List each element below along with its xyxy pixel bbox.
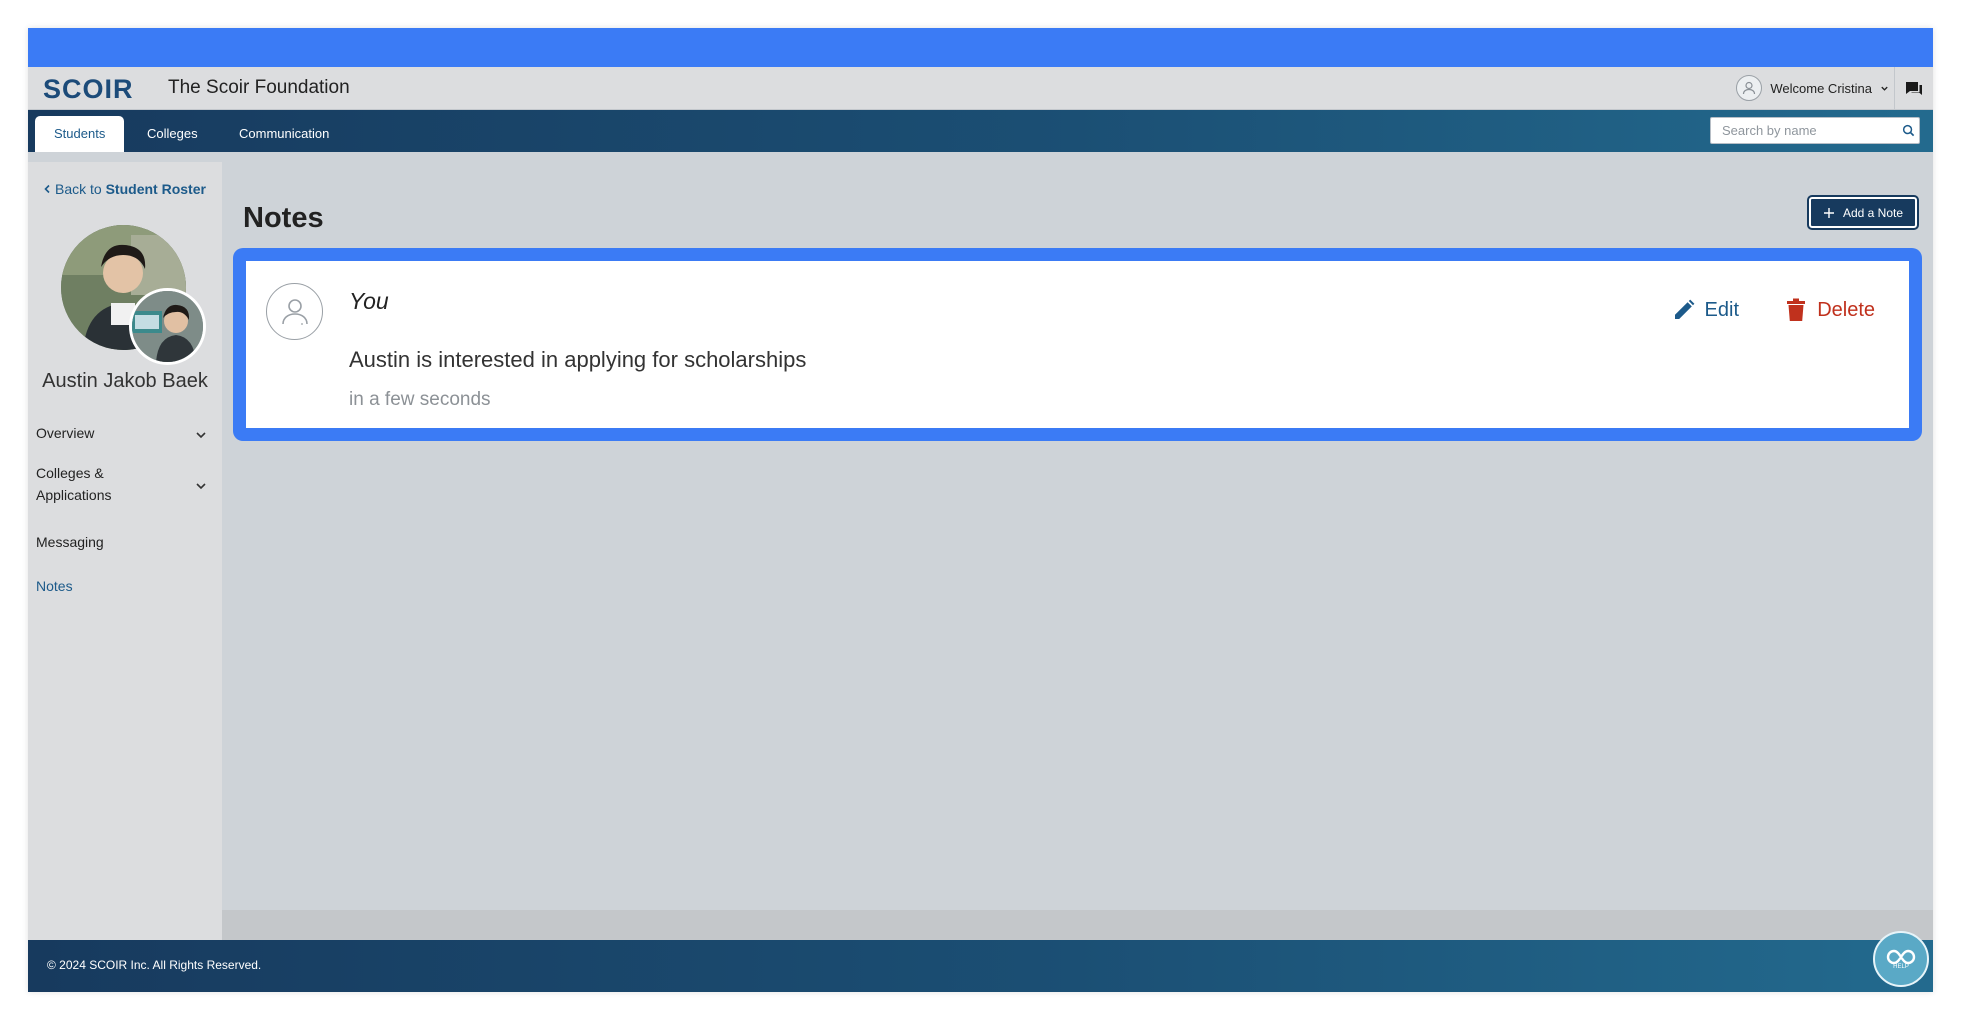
sidebar-item-label: Overview [36,425,95,441]
add-note-button[interactable]: Add a Note [1806,195,1920,230]
sidebar-item-notes[interactable]: Notes [36,575,212,597]
app-window: SCOIR The Scoir Foundation Welcome Crist… [28,28,1933,992]
page-title: Notes [243,202,324,234]
sidebar-item-label-line2: Applications [36,487,112,503]
note-author: You [349,288,389,314]
scroll-area-bottom [222,910,1933,940]
tab-students[interactable]: Students [35,116,125,152]
note-text: Austin is interested in applying for sch… [349,347,807,372]
sidebar-item-messaging[interactable]: Messaging [36,531,212,553]
student-name: Austin Jakob Baek [42,370,208,392]
tab-colleges[interactable]: Colleges [128,116,217,152]
sidebar-item-overview[interactable]: Overview [36,422,212,444]
header-divider [1894,67,1895,110]
tab-communication[interactable]: Communication [220,116,348,152]
edit-note-button[interactable]: Edit [1672,298,1739,322]
note-timestamp: in a few seconds [349,389,491,410]
user-avatar-icon [1736,75,1763,101]
delete-label: Delete [1817,298,1875,321]
chevron-left-icon [44,184,50,194]
copyright-text: © 2024 SCOIR Inc. All Rights Reserved. [47,958,262,972]
student-sidebar: Back to Student Roster Austin Jakob Baek… [28,162,222,940]
sidebar-item-label: Colleges & [36,465,104,481]
add-note-label: Add a Note [1842,205,1903,220]
browser-top-bar [28,28,1933,67]
student-search [1710,117,1920,144]
search-icon[interactable] [1898,118,1919,144]
trash-icon [1787,298,1806,321]
back-link-prefix: Back to [55,181,102,197]
organization-name: The Scoir Foundation [168,77,350,98]
main-navigation: Students Colleges Communication [28,110,1933,152]
edit-label: Edit [1704,298,1739,321]
help-label: HELP [1893,964,1909,970]
plus-icon [1823,207,1834,218]
sidebar-item-label: Notes [36,578,73,594]
chevron-down-icon [194,426,208,440]
footer: © 2024 SCOIR Inc. All Rights Reserved. H… [28,931,1933,992]
student-photo-secondary [129,288,206,365]
chat-icon[interactable] [1904,79,1924,99]
sidebar-item-colleges-applications[interactable]: Colleges & Applications [36,462,212,506]
user-menu[interactable]: Welcome Cristina [1736,74,1889,102]
help-button[interactable]: HELP [1873,931,1929,987]
main-content: Notes Add a Note You Austin is intereste… [222,162,1933,910]
pencil-icon [1674,299,1694,319]
search-input[interactable] [1711,118,1898,143]
welcome-label: Welcome Cristina [1770,80,1872,96]
note-card: You Austin is interested in applying for… [233,248,1922,441]
scoir-logo[interactable]: SCOIR [43,74,134,105]
back-to-roster-link[interactable]: Back to Student Roster [43,181,206,197]
chevron-down-icon [194,477,208,491]
user-circle-icon [266,283,323,340]
sidebar-item-label: Messaging [36,534,104,550]
chevron-down-icon [1880,81,1889,96]
app-header: SCOIR The Scoir Foundation Welcome Crist… [28,67,1933,110]
delete-note-button[interactable]: Delete [1786,298,1875,322]
back-link-target: Student Roster [105,181,206,197]
